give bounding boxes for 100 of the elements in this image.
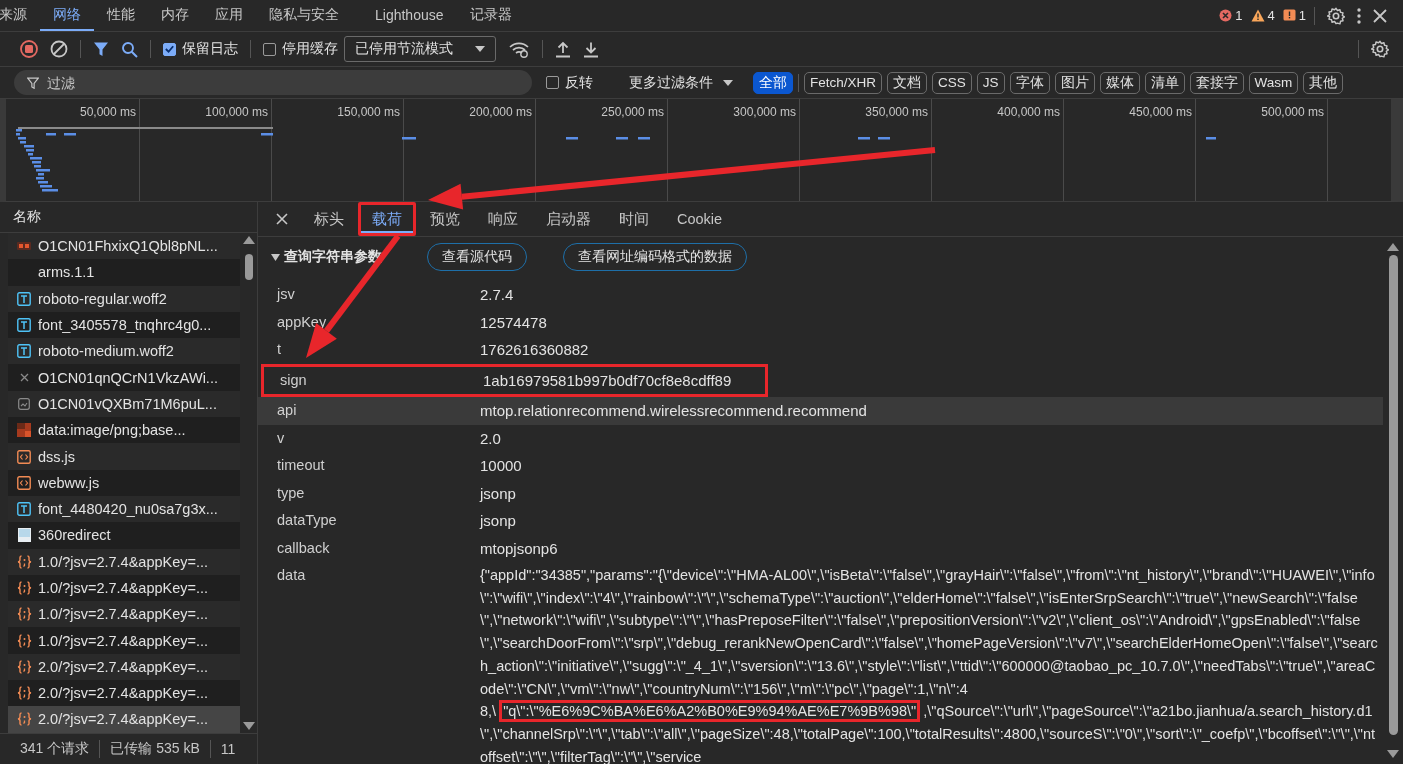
logo-icon [17,241,31,252]
request-row[interactable]: 2.0/?jsv=2.7.4&appKey=... [8,706,240,733]
type-filter-chip[interactable]: 套接字 [1189,71,1244,94]
scroll-up-icon[interactable] [242,236,255,244]
braces-icon [16,686,32,701]
clear-icon[interactable] [50,40,68,58]
param-value: 2.7.4 [480,285,514,305]
caret-icon [271,253,280,261]
scroll-up-icon[interactable] [1387,243,1399,251]
type-filter-chip[interactable]: JS [976,71,1005,94]
type-filter-chip[interactable]: 清单 [1144,71,1185,94]
close-icon[interactable] [276,213,288,225]
panel-tab[interactable]: 应用 [202,0,256,31]
type-filter-chip[interactable]: 其他 [1303,71,1344,94]
detail-tab[interactable]: 时间 [605,202,663,236]
issue-count[interactable]: 1 [1282,8,1306,23]
detail-tab[interactable]: Cookie [663,202,737,236]
script-file-icon [17,475,31,490]
panel-tab[interactable]: 记录器 [456,0,525,31]
column-header[interactable]: 名称 [13,208,41,226]
param-name: data [277,566,307,585]
type-filter-chip[interactable]: 全部 [753,71,793,94]
scrollbar-thumb[interactable] [1388,255,1398,735]
status-text: 11 [220,741,236,757]
scroll-down-icon[interactable] [242,722,255,730]
braces-icon [16,581,32,595]
param-name: type [277,483,306,503]
param-value: mtop.relationrecommend.wirelessrecommend.recommend [480,401,867,421]
network-conditions-icon[interactable] [508,40,530,58]
type-filter-chip[interactable]: 文档 [887,71,928,94]
page-thumbnail-icon [17,528,31,543]
param-name: jsv [277,285,296,304]
request-row[interactable]: arms.1.1 [8,259,240,286]
throttling-select[interactable]: 已停用节流模式 [344,36,496,62]
type-filter-chip[interactable]: 媒体 [1099,71,1140,94]
panel-tab[interactable]: 隐私与安全 [256,0,352,31]
param-value: 2.0 [480,428,501,449]
request-row[interactable]: 2.0/?jsv=2.7.4&appKey=... [8,680,240,707]
caret-icon [723,79,733,86]
timeline-tick-label: 500,000 ms [1261,105,1324,119]
detail-tab[interactable]: 标头 [300,202,358,236]
scrollbar-thumb[interactable] [244,254,253,280]
settings-icon[interactable] [1327,6,1345,25]
braces-icon [16,712,32,727]
more-icon[interactable] [1357,7,1361,24]
disable-cache-checkbox[interactable]: 停用缓存 [263,40,338,58]
image-icon [17,423,31,438]
param-name: api [277,401,298,420]
param-name: appKey [277,312,328,332]
request-row[interactable]: font_3405578_tnqhrc4g0... [8,311,240,339]
broken-image-icon [18,397,30,410]
type-filter-chip[interactable]: CSS [932,71,972,94]
status-text: 341 个请求 [20,740,90,758]
param-name: v [277,428,286,448]
request-row[interactable]: 1.0/?jsv=2.7.4&appKey=... [8,574,240,602]
timeline-tick-label: 200,000 ms [469,105,532,119]
filter-field[interactable]: 过滤 [14,70,532,95]
caret-icon [475,46,485,52]
type-filter-chip[interactable]: 字体 [1009,71,1050,94]
param-name: t [277,340,283,359]
request-row[interactable]: 1.0/?jsv=2.7.4&appKey=... [8,627,240,654]
close-icon[interactable] [1373,8,1387,23]
scroll-down-icon[interactable] [1387,750,1399,758]
type-filter-chip[interactable]: 图片 [1054,71,1095,94]
settings-icon[interactable] [1371,40,1389,58]
timeline-tick-label: 300,000 ms [733,105,796,119]
detail-tab[interactable]: 载荷 [358,202,416,236]
detail-tab[interactable]: 预览 [416,202,474,236]
issue-count[interactable]: 1 [1219,8,1243,23]
stop-recording-icon[interactable] [20,40,38,58]
script-file-icon [17,449,31,464]
search-icon[interactable] [121,40,138,58]
panel-tab[interactable]: 性能 [94,0,148,31]
checkmark-icon [164,43,175,55]
type-filter-chip[interactable]: Wasm [1248,71,1299,94]
request-row[interactable]: webww.js [8,469,240,496]
panel-tab[interactable]: 内存 [148,0,202,31]
more-filters-dropdown[interactable]: 更多过滤条件 [629,73,733,92]
braces-icon [16,607,32,622]
font-file-icon [17,291,31,306]
download-icon[interactable] [583,40,599,58]
panel-tab[interactable]: 来源 [0,0,40,31]
filter-icon[interactable] [93,41,109,57]
preserve-log-checkbox[interactable]: 保留日志 [163,40,238,58]
detail-tab[interactable]: 启动器 [532,202,605,236]
request-row[interactable]: 360redirect [8,522,240,549]
type-filter-chip[interactable]: Fetch/XHR [804,71,883,94]
param-name: callback [277,538,331,558]
request-row[interactable]: O1CN01qnQCrN1VkzAWi... [8,364,240,391]
panel-tab[interactable]: 网络 [40,0,94,31]
issue-count[interactable]: 4 [1250,8,1275,23]
request-row[interactable]: data:image/png;base... [8,417,240,444]
invert-checkbox[interactable]: 反转 [546,73,593,92]
param-name: timeout [277,456,326,475]
detail-tab[interactable]: 响应 [474,202,532,236]
param-value: mtopjsonp6 [480,538,558,559]
param-value: 1ab16979581b997b0df70cf8e8cdff89 [483,370,732,391]
cross-icon [19,373,29,383]
panel-tab[interactable]: Lighthouse [362,0,457,31]
upload-icon[interactable] [555,40,571,58]
